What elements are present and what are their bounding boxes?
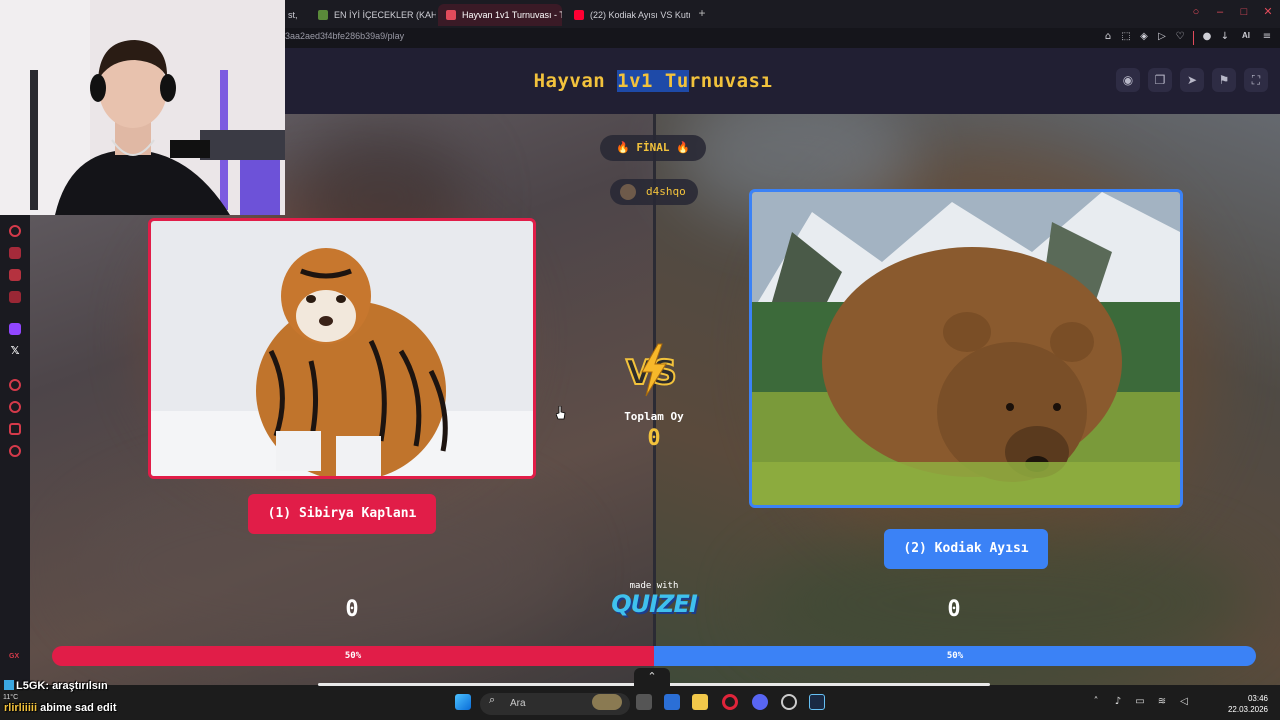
user-pill: d4shqo [610,179,698,205]
option-card-bear[interactable] [749,189,1183,508]
vote-bar-bear: 50% [654,646,1256,666]
heart-icon[interactable]: ♡ [1175,31,1185,43]
webcam-overlay [0,0,285,215]
system-clock[interactable]: 03:46 22.03.2026 [1208,693,1268,715]
score-bear: 0 [947,597,961,622]
music-icon[interactable] [9,291,21,303]
copy-icon[interactable]: ❐ [1148,68,1172,92]
ai-button[interactable]: AI [1238,31,1254,43]
browser-sidebar: 𝕏 GX [0,215,30,685]
windows-taskbar: ⌃ 11°C ⌕ Ara ˄ ♪ ▭ ≋ ◁ 03:46 22.03.2026 [0,668,1280,720]
round-badge: 🔥 FİNAL 🔥 [600,135,706,161]
youtube-icon [574,10,584,20]
option-card-tiger[interactable] [148,218,536,479]
streamer-camera [0,0,285,215]
tab-label: st, [288,10,298,20]
tab-label: (22) Kodiak Ayısı VS Kutup [590,10,690,20]
shield-icon[interactable]: ◈ [1139,31,1149,43]
profile-icon[interactable]: ● [1202,31,1212,43]
cursor-icon [556,406,566,420]
minimize-icon[interactable]: – [1214,6,1226,18]
tab-favicon-icon [446,10,456,20]
gx-icon[interactable]: GX [9,651,21,663]
volume-icon[interactable]: ◁ [1178,695,1190,709]
chat-text: : araştırılsın [45,680,108,692]
score-tiger: 0 [345,597,359,622]
search-icon: ⌕ [489,693,496,706]
bag-icon[interactable] [9,247,21,259]
address-bar-icons: ⌂ ⬚ ◈ ▷ ♡ ● ↓ AI ≡ [1103,31,1272,45]
quizei-logo[interactable]: QUIZEI [604,590,704,618]
tiger-image [151,221,533,476]
pin-icon[interactable]: ⌂ [1103,31,1113,43]
record-icon[interactable] [9,379,21,391]
steam-icon[interactable] [809,694,825,710]
chevron-up-icon[interactable]: ˄ [1090,695,1102,709]
system-tray: ˄ ♪ ▭ ≋ ◁ [1090,695,1190,709]
flag-icon[interactable]: ⚑ [1212,68,1236,92]
tab-label: Hayvan 1v1 Turnuvası - Tı [462,10,562,20]
screenshot-icon[interactable]: ⬚ [1121,31,1131,43]
opera-gx-icon[interactable] [722,694,738,710]
share-icon[interactable]: ➤ [1180,68,1204,92]
x-icon[interactable]: 𝕏 [9,345,21,357]
close-icon[interactable]: ✕ [1262,6,1274,18]
download-icon[interactable]: ↓ [1220,31,1230,43]
vote-bar-tiger: 50% [52,646,654,666]
microphone-icon[interactable]: ♪ [1112,695,1124,709]
search-icon[interactable]: ○ [1190,6,1202,18]
new-tab-button[interactable]: + [696,7,708,19]
fullscreen-icon[interactable]: ⛶ [1244,68,1268,92]
weather-widget[interactable]: 11°C [3,693,18,702]
windows-start-icon[interactable] [455,694,471,710]
url-field[interactable]: 3aa2aed3f4bfe286b39a9/play [285,31,404,41]
history-icon[interactable] [9,225,21,237]
monitor-icon[interactable]: ▭ [1134,695,1146,709]
tab-favicon-icon [318,10,328,20]
wifi-icon[interactable]: ≋ [1156,695,1168,709]
messenger-icon[interactable] [9,269,21,281]
chat-message: rlirliiiii abime sad edit [4,702,117,714]
maximize-icon[interactable]: □ [1238,6,1250,18]
eye-icon[interactable]: ◉ [1116,68,1140,92]
chat-message: L5GK: araştırılsın [4,680,108,692]
task-view-icon[interactable] [636,694,652,710]
vote-progress-bar: 50% 50% [52,646,1256,666]
chat-username: rlirliiiii [4,702,38,714]
avatar [620,184,636,200]
store-icon[interactable] [664,694,680,710]
browser-tab[interactable]: EN İYİ İÇECEKLER (KAHVE [310,4,436,26]
vs-icon: VS [625,343,678,397]
tab-label: EN İYİ İÇECEKLER (KAHVE [334,10,436,20]
cube-icon[interactable] [9,423,21,435]
option-button-tiger[interactable]: (1) Sibirya Kaplanı [248,494,436,534]
file-explorer-icon[interactable] [692,694,708,710]
option-button-bear[interactable]: (2) Kodiak Ayısı [884,529,1048,569]
clock-icon[interactable] [9,401,21,413]
username: d4shqo [646,185,686,198]
menu-icon[interactable]: ≡ [1262,31,1272,43]
window-controls: ○ – □ ✕ [1190,6,1274,18]
discord-icon[interactable] [752,694,768,710]
header-actions: ◉ ❐ ➤ ⚑ ⛶ [1116,68,1268,92]
search-highlight-icon[interactable] [592,694,622,710]
bear-image [752,192,1180,505]
total-votes-value: 0 [647,426,661,451]
browser-tab[interactable]: (22) Kodiak Ayısı VS Kutup [566,4,690,26]
separator [1193,31,1194,45]
play-icon[interactable]: ▷ [1157,31,1167,43]
chevron-up-icon[interactable]: ⌃ [634,668,670,686]
browser-tab-active[interactable]: Hayvan 1v1 Turnuvası - Tı [438,4,562,26]
twitch-icon[interactable] [9,323,21,335]
chat-badge-icon [4,680,14,690]
obs-icon[interactable] [781,694,797,710]
chat-text: abime sad edit [40,702,117,714]
total-votes-label: Toplam Oy [624,410,684,423]
chat-username: L5GK [16,680,46,692]
settings-icon[interactable] [9,445,21,457]
